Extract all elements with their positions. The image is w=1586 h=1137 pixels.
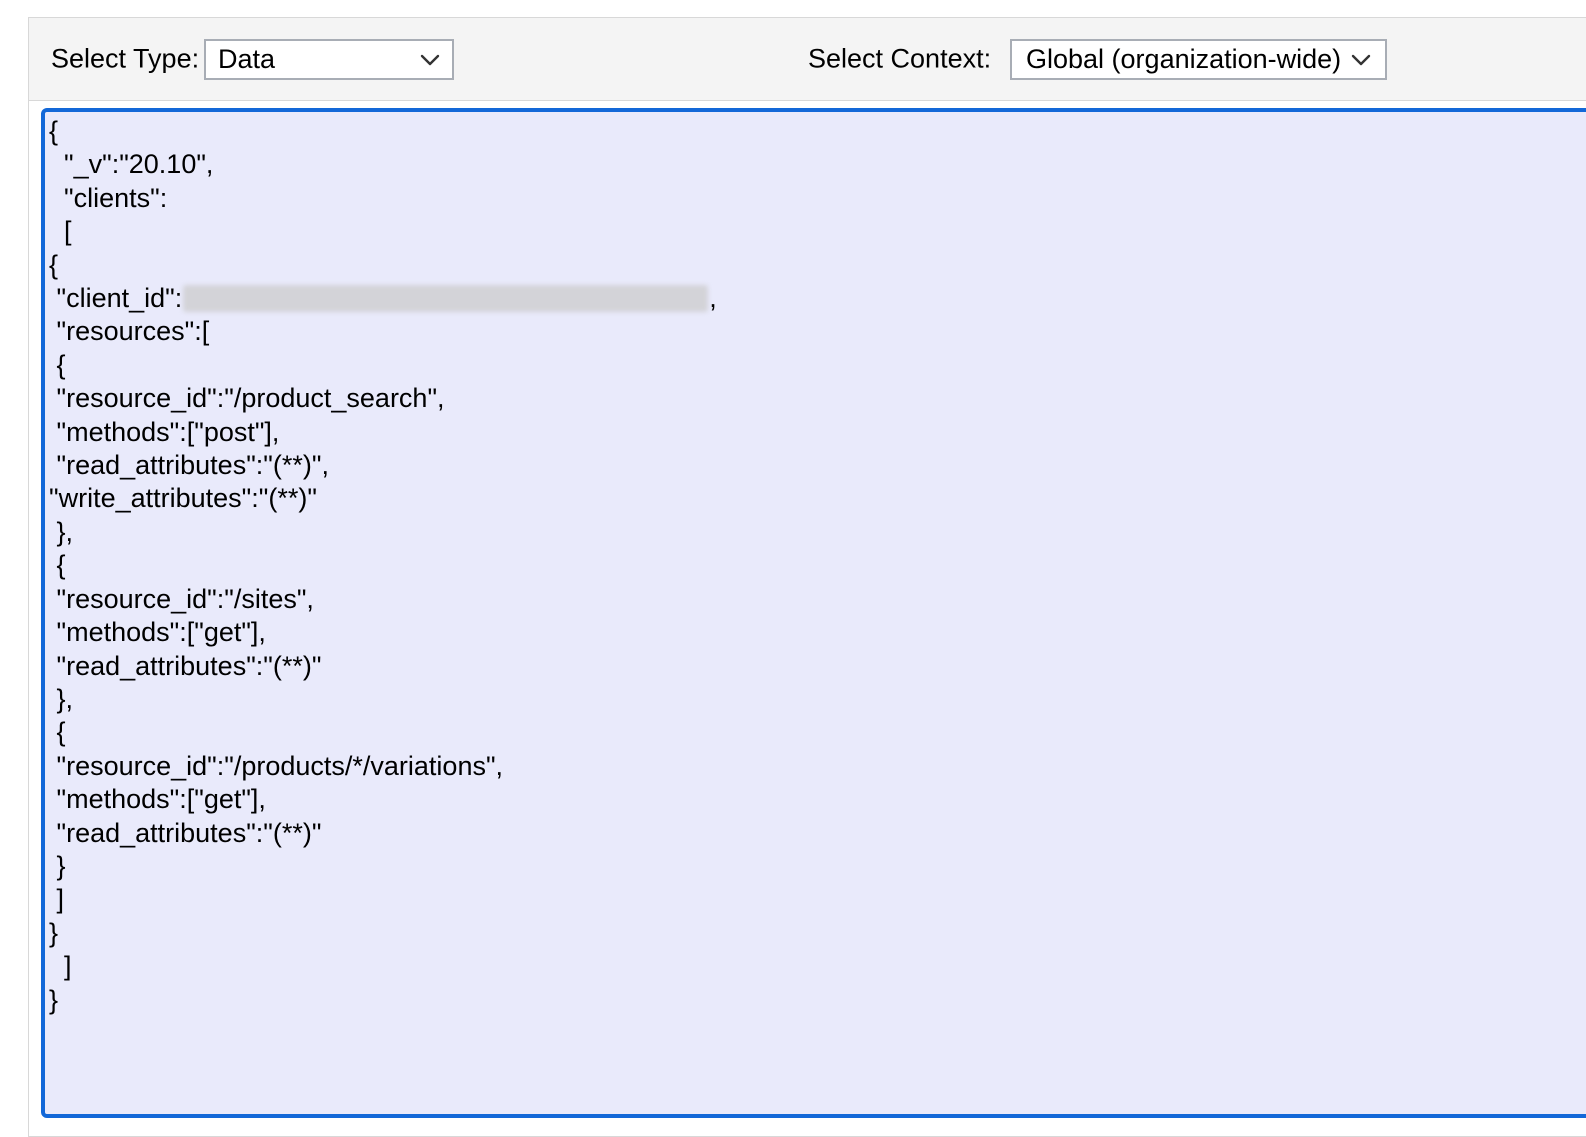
code-line: "resources":[ (49, 315, 1586, 348)
chevron-down-icon (1351, 54, 1371, 66)
code-line: "_v":"20.10", (49, 148, 1586, 181)
code-line: { (49, 115, 1586, 148)
code-line: } (49, 917, 1586, 950)
code-line: "methods":["post"], (49, 416, 1586, 449)
code-line: "read_attributes":"(**)" (49, 817, 1586, 850)
code-line: "resource_id":"/products/*/variations", (49, 750, 1586, 783)
select-context-label: Select Context: (808, 44, 991, 75)
code-line: "client_id":, (49, 282, 1586, 315)
code-line: { (49, 549, 1586, 582)
code-line: "clients": (49, 182, 1586, 215)
code-line: "read_attributes":"(**)" (49, 650, 1586, 683)
settings-toolbar: Select Type: Data Select Context: Global… (29, 18, 1586, 101)
code-line: { (49, 249, 1586, 282)
ocapi-settings-panel: Select Type: Data Select Context: Global… (28, 17, 1586, 1137)
code-line: }, (49, 683, 1586, 716)
code-line: "resource_id":"/product_search", (49, 382, 1586, 415)
redacted-client-id (183, 285, 708, 312)
code-line: "read_attributes":"(**)", (49, 449, 1586, 482)
json-settings-textarea[interactable]: { "_v":"20.10", "clients": [{ "client_id… (41, 108, 1586, 1118)
code-line: } (49, 984, 1586, 1017)
type-select[interactable]: Data (204, 39, 454, 80)
code-line: "methods":["get"], (49, 616, 1586, 649)
context-select[interactable]: Global (organization-wide) (1010, 39, 1387, 80)
chevron-down-icon (420, 54, 440, 66)
code-line: "write_attributes":"(**)" (49, 482, 1586, 515)
code-line: ] (49, 883, 1586, 916)
context-select-value: Global (organization-wide) (1026, 44, 1341, 75)
code-line: } (49, 850, 1586, 883)
code-line: }, (49, 516, 1586, 549)
type-select-value: Data (218, 44, 275, 75)
code-line: { (49, 716, 1586, 749)
code-line: "resource_id":"/sites", (49, 583, 1586, 616)
code-line: { (49, 349, 1586, 382)
code-line: ] (49, 950, 1586, 983)
code-line: [ (49, 215, 1586, 248)
select-type-label: Select Type: (51, 44, 199, 75)
code-line: "methods":["get"], (49, 783, 1586, 816)
